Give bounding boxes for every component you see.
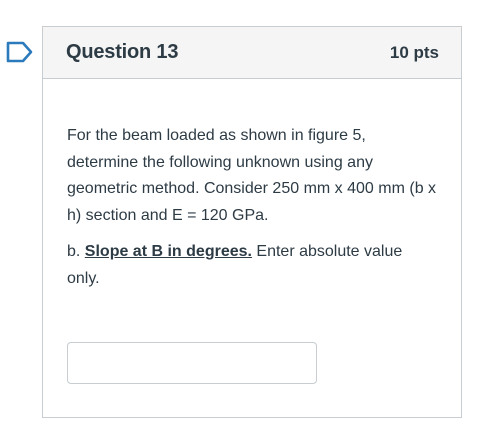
part-prefix: b. (67, 243, 85, 260)
answer-input[interactable] (67, 342, 317, 384)
question-title: Question 13 (66, 41, 179, 63)
flag-outline-icon[interactable] (6, 41, 34, 63)
question-header: Question 13 10 pts (43, 27, 461, 79)
question-text: For the beam loaded as shown in figure 5… (67, 127, 437, 224)
question-part: b. Slope at B in degrees. Enter absolute… (67, 239, 439, 292)
part-emphasis: Slope at B in degrees. (84, 243, 252, 260)
question-points: 10 pts (389, 42, 439, 62)
question-card: Question 13 10 pts For the beam loaded a… (42, 26, 462, 418)
question-body: For the beam loaded as shown in figure 5… (43, 79, 461, 292)
quiz-page: Question 13 10 pts For the beam loaded a… (0, 0, 491, 433)
